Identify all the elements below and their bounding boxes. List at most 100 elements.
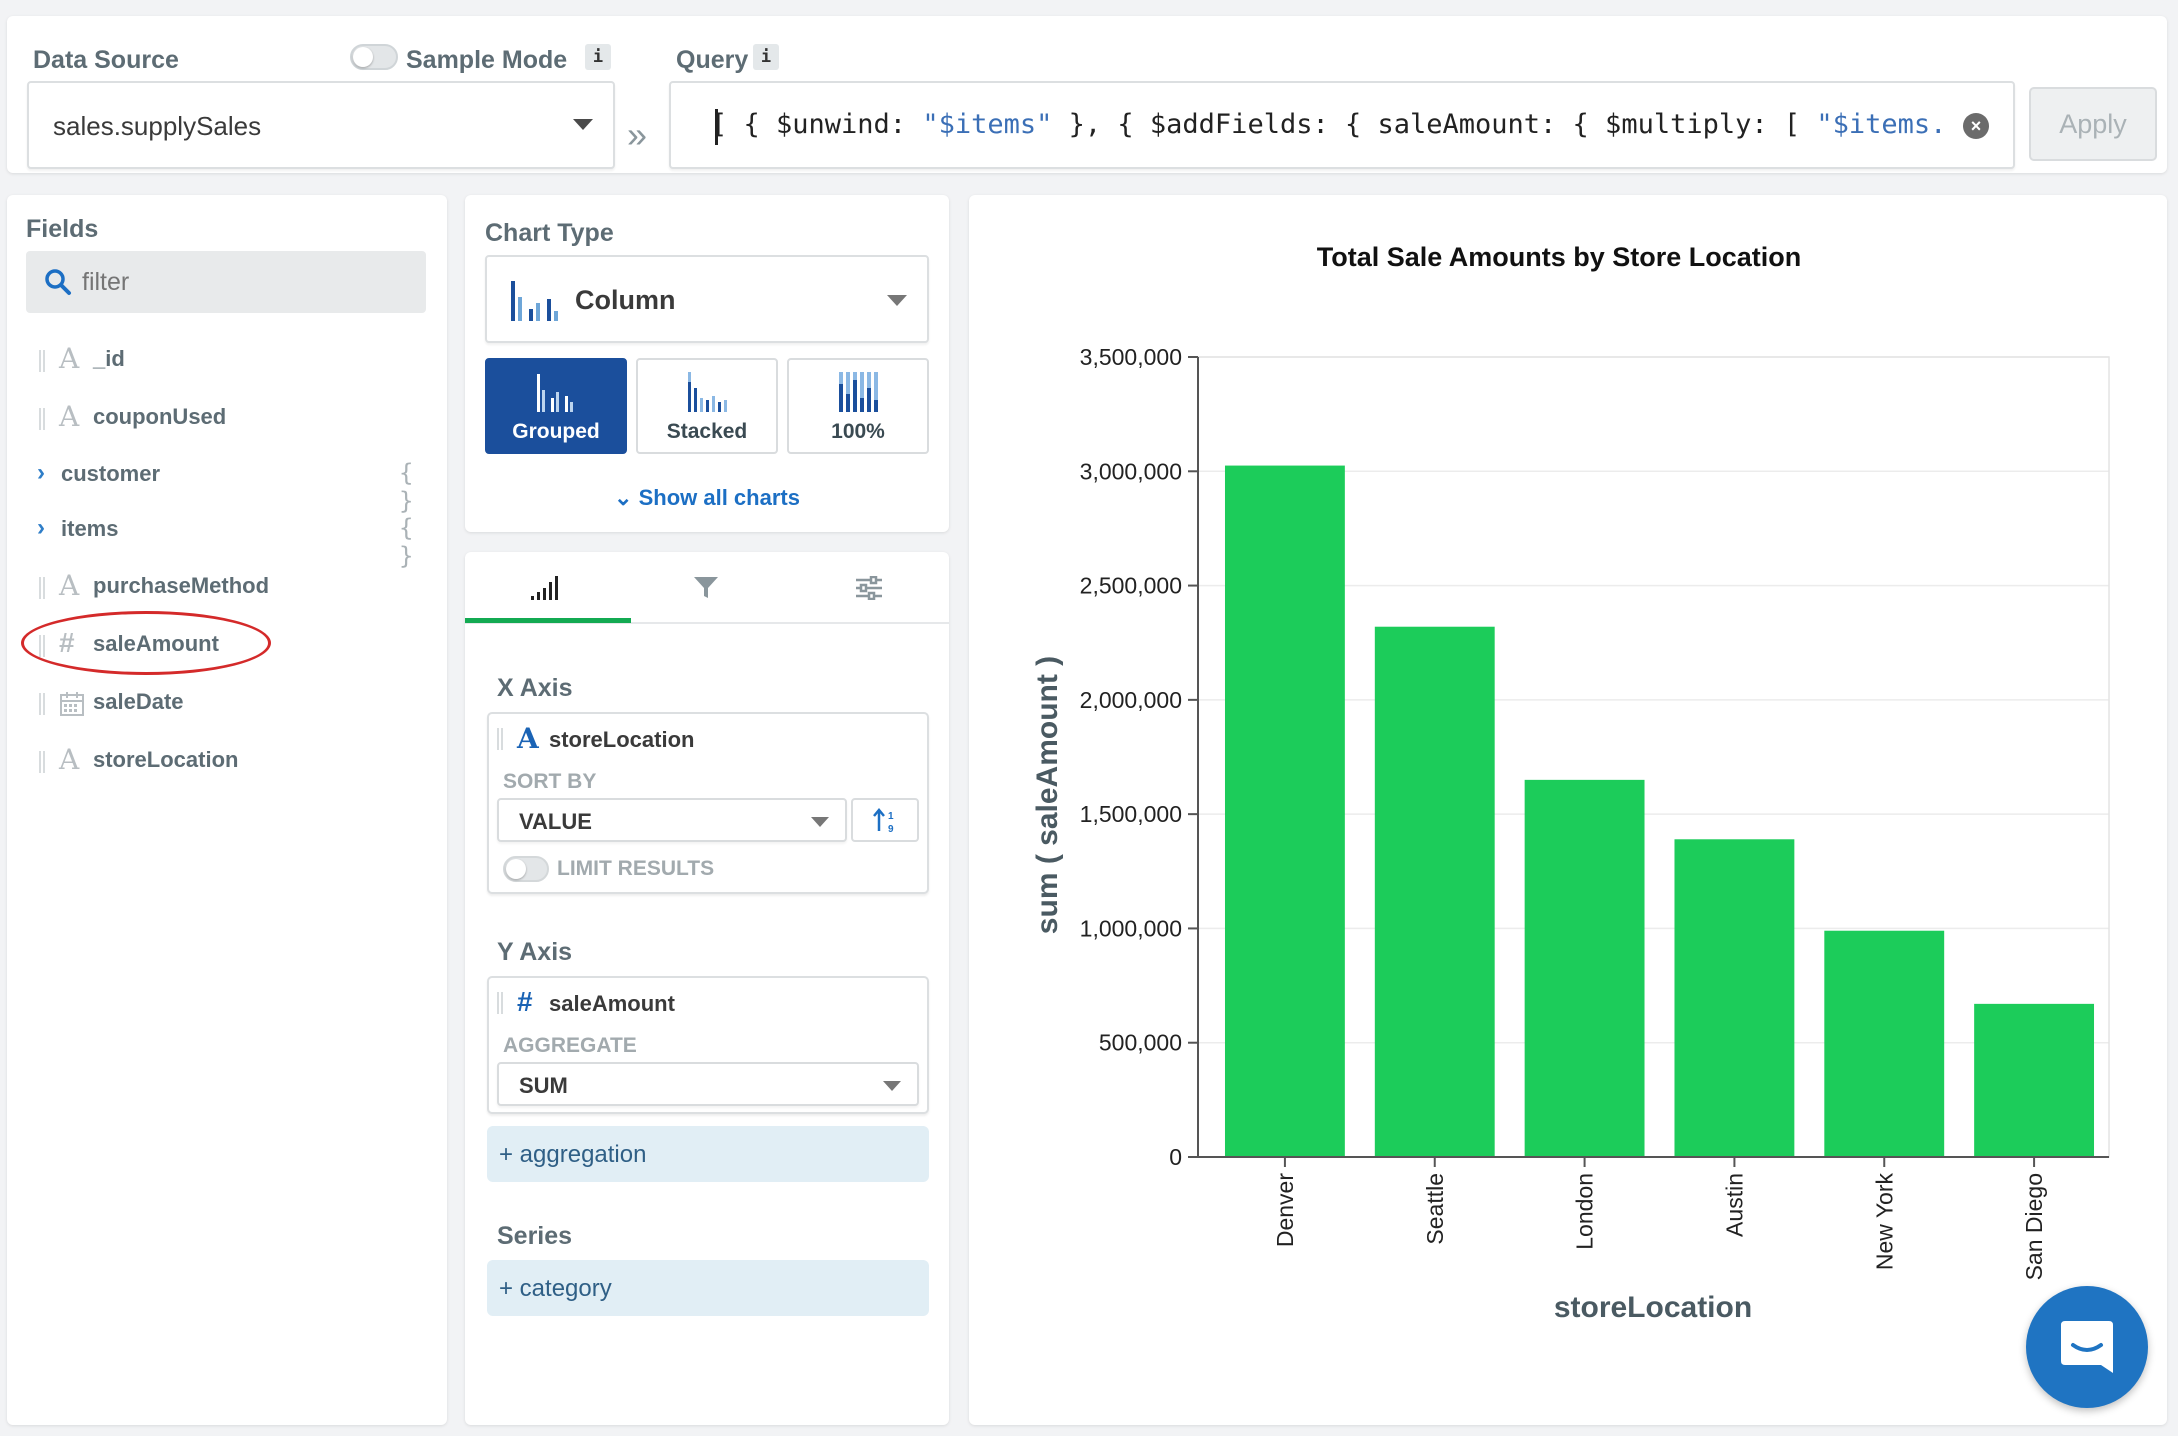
drag-handle-icon[interactable] — [39, 350, 45, 372]
fields-panel: Fields A _id A couponUsed › customer { }… — [7, 195, 447, 1425]
svg-text:1: 1 — [888, 811, 894, 822]
query-label: Query — [676, 46, 749, 74]
x-tick-label: San Diego — [2021, 1173, 2047, 1280]
clear-icon[interactable]: × — [1963, 113, 1989, 139]
field-name: storeLocation — [93, 747, 239, 772]
bar-new-york[interactable] — [1824, 930, 1945, 1157]
aggregate-select[interactable]: SUM — [497, 1062, 919, 1106]
sample-mode-toggle[interactable] — [350, 44, 398, 70]
chart-title: Total Sale Amounts by Store Location — [1317, 242, 1802, 272]
filter-funnel-icon — [694, 577, 718, 598]
field-item-couponused[interactable]: A couponUsed — [31, 398, 431, 438]
encode-panel: X Axis A storeLocation SORT BY VALUE 1 9… — [465, 552, 949, 1425]
y-tick-label: 0 — [1169, 1144, 1182, 1170]
x-tick-label: London — [1572, 1173, 1598, 1250]
sort-by-select[interactable]: VALUE — [497, 798, 847, 842]
drag-handle-icon[interactable] — [39, 751, 45, 773]
field-item-storelocation[interactable]: A storeLocation — [31, 741, 431, 781]
variant-label: 100% — [831, 420, 885, 443]
field-name: purchaseMethod — [93, 573, 270, 598]
data-source-label: Data Source — [33, 46, 179, 74]
add-aggregation-button[interactable]: + aggregation — [487, 1126, 929, 1182]
string-type-icon: A — [517, 722, 539, 755]
drag-handle-icon[interactable] — [39, 693, 45, 715]
drag-handle-icon[interactable] — [497, 992, 503, 1014]
sort-order-icon: 1 9 — [873, 808, 894, 834]
field-item-saledate[interactable]: saleDate — [31, 683, 431, 723]
y-tick-label: 3,500,000 — [1080, 344, 1182, 370]
object-type-icon: { } — [399, 514, 414, 570]
sort-direction-button[interactable]: 1 9 — [851, 798, 919, 842]
field-name: customer — [61, 461, 161, 486]
series-title: Series — [497, 1222, 573, 1250]
y-tick-label: 500,000 — [1099, 1030, 1182, 1056]
text-cursor — [715, 109, 718, 145]
chat-support-button[interactable] — [2026, 1286, 2148, 1408]
sample-mode-info-icon[interactable]: i — [585, 44, 611, 70]
x-axis-title: X Axis — [497, 674, 573, 702]
fields-title: Fields — [26, 215, 99, 243]
bar-london[interactable] — [1524, 779, 1645, 1157]
query-input[interactable]: [ { $unwind: "$items" }, { $addFields: {… — [669, 81, 2015, 169]
filter-field[interactable] — [26, 251, 426, 313]
chart-type-select[interactable]: Column — [485, 255, 929, 343]
double-chevron-icon: » — [627, 114, 648, 155]
data-source-value: sales.supplySales — [53, 111, 262, 141]
active-tab-indicator — [465, 618, 631, 623]
data-source-select[interactable]: sales.supplySales — [27, 81, 615, 169]
limit-results-label: LIMIT RESULTS — [557, 857, 715, 880]
y-tick-label: 2,000,000 — [1080, 687, 1182, 713]
string-type-icon: A — [59, 743, 80, 776]
filter-input[interactable] — [82, 265, 402, 299]
aggregate-value: SUM — [519, 1073, 568, 1098]
chevron-right-icon[interactable]: › — [37, 459, 45, 487]
limit-results-toggle[interactable] — [503, 856, 549, 882]
search-icon — [45, 269, 71, 295]
percent-variant-button[interactable]: 100% — [787, 358, 929, 454]
field-item-id[interactable]: A _id — [31, 340, 431, 380]
stacked-variant-button[interactable]: Stacked — [636, 358, 778, 454]
calendar-icon — [60, 692, 84, 716]
drag-handle-icon[interactable] — [39, 408, 45, 430]
y-axis-card[interactable]: # saleAmount AGGREGATE SUM — [487, 976, 929, 1114]
add-category-button[interactable]: + category — [487, 1260, 929, 1316]
query-info-icon[interactable]: i — [753, 44, 779, 70]
bar-san-diego[interactable] — [1974, 1003, 2095, 1157]
x-axis-card[interactable]: A storeLocation SORT BY VALUE 1 9 LIMIT … — [487, 712, 929, 894]
show-all-charts-link[interactable]: ⌄ Show all charts — [465, 485, 949, 511]
bar-austin[interactable] — [1674, 839, 1795, 1157]
grouped-chart-icon — [537, 374, 573, 412]
tab-encode[interactable] — [465, 552, 625, 622]
y-axis-title: Y Axis — [497, 938, 573, 966]
field-item-customer[interactable]: › customer { } — [31, 455, 431, 515]
highlight-annotation — [21, 611, 271, 675]
sliders-icon — [856, 576, 882, 600]
grouped-variant-button[interactable]: Grouped — [485, 358, 627, 454]
chevron-right-icon[interactable]: › — [37, 514, 45, 542]
number-type-icon: # — [517, 986, 533, 1017]
column-chart-icon — [511, 281, 558, 321]
field-item-purchasemethod[interactable]: A purchaseMethod — [31, 567, 431, 607]
sample-mode-label: Sample Mode — [406, 46, 568, 74]
chart-type-value: Column — [575, 285, 676, 315]
object-type-icon: { } — [399, 459, 414, 515]
variant-label: Grouped — [512, 420, 600, 443]
drag-handle-icon[interactable] — [497, 728, 503, 750]
percent-chart-icon — [839, 372, 878, 412]
drag-handle-icon[interactable] — [39, 577, 45, 599]
field-item-items[interactable]: › items { } — [31, 510, 431, 570]
bar-seattle[interactable] — [1374, 626, 1495, 1157]
y-axis-label: sum ( saleAmount ) — [1031, 656, 1064, 934]
bar-signal-icon — [531, 576, 558, 600]
apply-button[interactable]: Apply — [2029, 87, 2157, 161]
y-tick-label: 1,000,000 — [1080, 915, 1182, 941]
bar-chart: Total Sale Amounts by Store Location 0 50… — [1031, 242, 2110, 1324]
aggregate-label: AGGREGATE — [503, 1034, 637, 1057]
bar-denver[interactable] — [1224, 465, 1345, 1158]
variant-label: Stacked — [666, 420, 748, 443]
string-type-icon: A — [59, 569, 80, 602]
string-type-icon: A — [59, 400, 80, 433]
x-tick-label: New York — [1871, 1173, 1897, 1271]
tab-filter[interactable] — [627, 552, 787, 622]
tab-customize[interactable] — [789, 552, 949, 622]
